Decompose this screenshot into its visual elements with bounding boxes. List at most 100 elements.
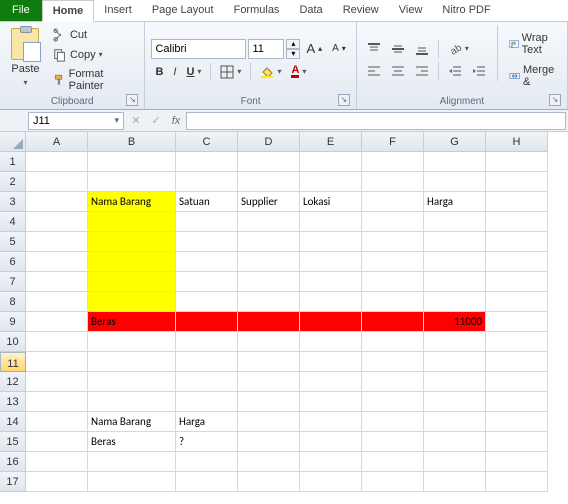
cell-B17[interactable]: [88, 472, 176, 492]
cell-G13[interactable]: [424, 392, 486, 412]
cell-C14[interactable]: Harga: [176, 412, 238, 432]
cell-B9[interactable]: Beras: [88, 312, 176, 332]
cell-A8[interactable]: [26, 292, 88, 312]
cell-E4[interactable]: [300, 212, 362, 232]
col-header-B[interactable]: B: [88, 132, 176, 152]
fill-color-button[interactable]: ▾: [256, 63, 285, 81]
row-header-7[interactable]: 7: [0, 272, 26, 292]
cell-G14[interactable]: [424, 412, 486, 432]
tab-insert[interactable]: Insert: [94, 0, 142, 21]
cell-H2[interactable]: [486, 172, 548, 192]
cell-E8[interactable]: [300, 292, 362, 312]
cell-A3[interactable]: [26, 192, 88, 212]
cell-F12[interactable]: [362, 372, 424, 392]
cell-F5[interactable]: [362, 232, 424, 252]
cell-A2[interactable]: [26, 172, 88, 192]
cell-A16[interactable]: [26, 452, 88, 472]
row-header-8[interactable]: 8: [0, 292, 26, 312]
cell-A17[interactable]: [26, 472, 88, 492]
cell-C17[interactable]: [176, 472, 238, 492]
cell-F9[interactable]: [362, 312, 424, 332]
tab-file[interactable]: File: [0, 0, 42, 21]
row-header-3[interactable]: 3: [0, 192, 26, 212]
align-top-button[interactable]: [363, 40, 385, 58]
cell-F13[interactable]: [362, 392, 424, 412]
tab-home[interactable]: Home: [42, 0, 95, 22]
cell-D10[interactable]: [238, 332, 300, 352]
cell-B4[interactable]: [88, 212, 176, 232]
cell-G2[interactable]: [424, 172, 486, 192]
cell-H10[interactable]: [486, 332, 548, 352]
row-header-5[interactable]: 5: [0, 232, 26, 252]
cell-D17[interactable]: [238, 472, 300, 492]
cell-B13[interactable]: [88, 392, 176, 412]
cell-D14[interactable]: [238, 412, 300, 432]
font-launcher[interactable]: ↘: [338, 94, 350, 106]
cell-C12[interactable]: [176, 372, 238, 392]
cell-E13[interactable]: [300, 392, 362, 412]
cell-F8[interactable]: [362, 292, 424, 312]
row-header-6[interactable]: 6: [0, 252, 26, 272]
fx-button[interactable]: fx: [166, 115, 186, 127]
paste-button[interactable]: Paste ▾: [6, 25, 45, 94]
italic-button[interactable]: I: [169, 64, 180, 80]
cell-G10[interactable]: [424, 332, 486, 352]
formula-input[interactable]: [186, 112, 566, 130]
cell-G1[interactable]: [424, 152, 486, 172]
format-painter-button[interactable]: Format Painter: [49, 66, 138, 94]
align-center-button[interactable]: [387, 62, 409, 80]
cell-H4[interactable]: [486, 212, 548, 232]
borders-button[interactable]: ▾: [216, 63, 245, 81]
cell-E1[interactable]: [300, 152, 362, 172]
font-size-select[interactable]: [248, 39, 284, 59]
tab-formulas[interactable]: Formulas: [224, 0, 290, 21]
inc-indent-button[interactable]: [468, 62, 490, 80]
grow-font-button[interactable]: A▴: [302, 39, 326, 58]
cell-A15[interactable]: [26, 432, 88, 452]
cell-D13[interactable]: [238, 392, 300, 412]
cell-C2[interactable]: [176, 172, 238, 192]
cell-D11[interactable]: [238, 352, 300, 372]
tab-nitro[interactable]: Nitro PDF: [432, 0, 500, 21]
cell-G11[interactable]: [424, 352, 486, 372]
cell-C9[interactable]: [176, 312, 238, 332]
cell-F16[interactable]: [362, 452, 424, 472]
cell-H6[interactable]: [486, 252, 548, 272]
row-header-9[interactable]: 9: [0, 312, 26, 332]
row-header-2[interactable]: 2: [0, 172, 26, 192]
cell-D6[interactable]: [238, 252, 300, 272]
col-header-H[interactable]: H: [486, 132, 548, 152]
cell-A12[interactable]: [26, 372, 88, 392]
cell-E16[interactable]: [300, 452, 362, 472]
cell-H16[interactable]: [486, 452, 548, 472]
cell-F2[interactable]: [362, 172, 424, 192]
wrap-text-button[interactable]: abcWrap Text: [505, 30, 561, 58]
cell-G6[interactable]: [424, 252, 486, 272]
cell-B6[interactable]: [88, 252, 176, 272]
cell-F10[interactable]: [362, 332, 424, 352]
dec-indent-button[interactable]: [444, 62, 466, 80]
cell-E9[interactable]: [300, 312, 362, 332]
row-header-11[interactable]: 11: [0, 352, 26, 372]
cell-E2[interactable]: [300, 172, 362, 192]
orientation-button[interactable]: ab▾: [444, 40, 473, 58]
cell-C1[interactable]: [176, 152, 238, 172]
cell-D12[interactable]: [238, 372, 300, 392]
cell-B10[interactable]: [88, 332, 176, 352]
cell-H11[interactable]: [486, 352, 548, 372]
cell-H7[interactable]: [486, 272, 548, 292]
cell-E17[interactable]: [300, 472, 362, 492]
cell-D15[interactable]: [238, 432, 300, 452]
cell-F15[interactable]: [362, 432, 424, 452]
cell-D1[interactable]: [238, 152, 300, 172]
row-header-10[interactable]: 10: [0, 332, 26, 352]
cell-H14[interactable]: [486, 412, 548, 432]
cell-G12[interactable]: [424, 372, 486, 392]
cell-B15[interactable]: Beras: [88, 432, 176, 452]
cell-A9[interactable]: [26, 312, 88, 332]
cell-F3[interactable]: [362, 192, 424, 212]
cell-C7[interactable]: [176, 272, 238, 292]
underline-button[interactable]: U▾: [182, 64, 205, 80]
row-header-4[interactable]: 4: [0, 212, 26, 232]
cell-G15[interactable]: [424, 432, 486, 452]
